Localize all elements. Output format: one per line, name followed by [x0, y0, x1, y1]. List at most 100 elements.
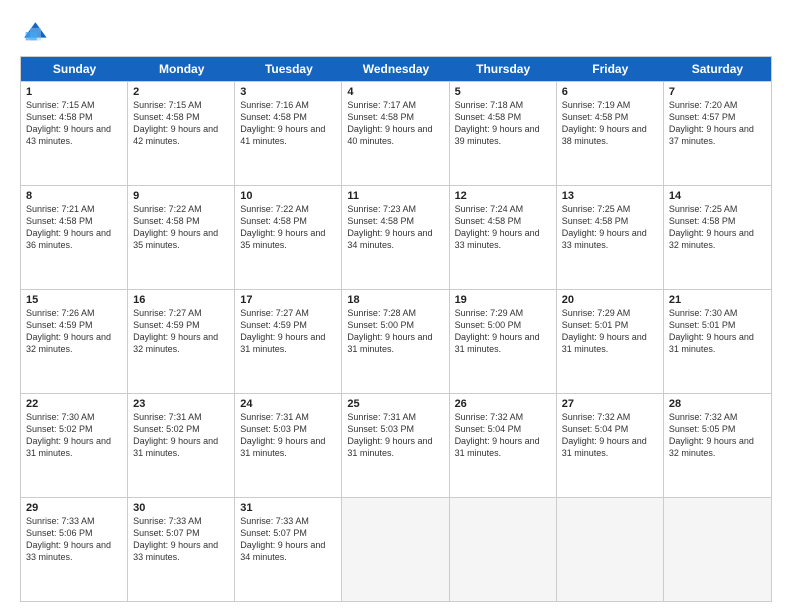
- calendar: SundayMondayTuesdayWednesdayThursdayFrid…: [20, 56, 772, 602]
- page: SundayMondayTuesdayWednesdayThursdayFrid…: [0, 0, 792, 612]
- calendar-cell: [450, 498, 557, 601]
- cell-info: Sunrise: 7:15 AMSunset: 4:58 PMDaylight:…: [26, 99, 122, 148]
- day-number: 24: [240, 398, 336, 410]
- calendar-cell: 24Sunrise: 7:31 AMSunset: 5:03 PMDayligh…: [235, 394, 342, 497]
- calendar-cell: 20Sunrise: 7:29 AMSunset: 5:01 PMDayligh…: [557, 290, 664, 393]
- cell-info: Sunrise: 7:18 AMSunset: 4:58 PMDaylight:…: [455, 99, 551, 148]
- logo-icon: [20, 18, 48, 46]
- calendar-cell: 29Sunrise: 7:33 AMSunset: 5:06 PMDayligh…: [21, 498, 128, 601]
- header-day-friday: Friday: [557, 57, 664, 81]
- day-number: 5: [455, 86, 551, 98]
- calendar-cell: 8Sunrise: 7:21 AMSunset: 4:58 PMDaylight…: [21, 186, 128, 289]
- day-number: 1: [26, 86, 122, 98]
- calendar-cell: 5Sunrise: 7:18 AMSunset: 4:58 PMDaylight…: [450, 82, 557, 185]
- cell-info: Sunrise: 7:32 AMSunset: 5:04 PMDaylight:…: [455, 411, 551, 460]
- day-number: 2: [133, 86, 229, 98]
- cell-info: Sunrise: 7:21 AMSunset: 4:58 PMDaylight:…: [26, 203, 122, 252]
- calendar-row-1: 1Sunrise: 7:15 AMSunset: 4:58 PMDaylight…: [21, 81, 771, 185]
- day-number: 7: [669, 86, 766, 98]
- cell-info: Sunrise: 7:31 AMSunset: 5:03 PMDaylight:…: [240, 411, 336, 460]
- calendar-cell: [664, 498, 771, 601]
- calendar-row-2: 8Sunrise: 7:21 AMSunset: 4:58 PMDaylight…: [21, 185, 771, 289]
- calendar-row-5: 29Sunrise: 7:33 AMSunset: 5:06 PMDayligh…: [21, 497, 771, 601]
- calendar-cell: 6Sunrise: 7:19 AMSunset: 4:58 PMDaylight…: [557, 82, 664, 185]
- cell-info: Sunrise: 7:15 AMSunset: 4:58 PMDaylight:…: [133, 99, 229, 148]
- day-number: 3: [240, 86, 336, 98]
- calendar-cell: 9Sunrise: 7:22 AMSunset: 4:58 PMDaylight…: [128, 186, 235, 289]
- calendar-cell: 4Sunrise: 7:17 AMSunset: 4:58 PMDaylight…: [342, 82, 449, 185]
- cell-info: Sunrise: 7:30 AMSunset: 5:02 PMDaylight:…: [26, 411, 122, 460]
- calendar-header: SundayMondayTuesdayWednesdayThursdayFrid…: [21, 57, 771, 81]
- calendar-cell: 10Sunrise: 7:22 AMSunset: 4:58 PMDayligh…: [235, 186, 342, 289]
- cell-info: Sunrise: 7:31 AMSunset: 5:02 PMDaylight:…: [133, 411, 229, 460]
- day-number: 31: [240, 502, 336, 514]
- cell-info: Sunrise: 7:25 AMSunset: 4:58 PMDaylight:…: [669, 203, 766, 252]
- day-number: 12: [455, 190, 551, 202]
- cell-info: Sunrise: 7:22 AMSunset: 4:58 PMDaylight:…: [133, 203, 229, 252]
- calendar-cell: 25Sunrise: 7:31 AMSunset: 5:03 PMDayligh…: [342, 394, 449, 497]
- cell-info: Sunrise: 7:26 AMSunset: 4:59 PMDaylight:…: [26, 307, 122, 356]
- day-number: 13: [562, 190, 658, 202]
- cell-info: Sunrise: 7:23 AMSunset: 4:58 PMDaylight:…: [347, 203, 443, 252]
- calendar-cell: 30Sunrise: 7:33 AMSunset: 5:07 PMDayligh…: [128, 498, 235, 601]
- calendar-cell: 13Sunrise: 7:25 AMSunset: 4:58 PMDayligh…: [557, 186, 664, 289]
- cell-info: Sunrise: 7:29 AMSunset: 5:00 PMDaylight:…: [455, 307, 551, 356]
- cell-info: Sunrise: 7:33 AMSunset: 5:06 PMDaylight:…: [26, 515, 122, 564]
- cell-info: Sunrise: 7:33 AMSunset: 5:07 PMDaylight:…: [133, 515, 229, 564]
- cell-info: Sunrise: 7:22 AMSunset: 4:58 PMDaylight:…: [240, 203, 336, 252]
- day-number: 8: [26, 190, 122, 202]
- calendar-cell: [342, 498, 449, 601]
- day-number: 14: [669, 190, 766, 202]
- day-number: 22: [26, 398, 122, 410]
- cell-info: Sunrise: 7:24 AMSunset: 4:58 PMDaylight:…: [455, 203, 551, 252]
- cell-info: Sunrise: 7:30 AMSunset: 5:01 PMDaylight:…: [669, 307, 766, 356]
- day-number: 11: [347, 190, 443, 202]
- day-number: 15: [26, 294, 122, 306]
- cell-info: Sunrise: 7:29 AMSunset: 5:01 PMDaylight:…: [562, 307, 658, 356]
- calendar-cell: 14Sunrise: 7:25 AMSunset: 4:58 PMDayligh…: [664, 186, 771, 289]
- calendar-cell: 21Sunrise: 7:30 AMSunset: 5:01 PMDayligh…: [664, 290, 771, 393]
- calendar-body: 1Sunrise: 7:15 AMSunset: 4:58 PMDaylight…: [21, 81, 771, 601]
- calendar-cell: 16Sunrise: 7:27 AMSunset: 4:59 PMDayligh…: [128, 290, 235, 393]
- day-number: 30: [133, 502, 229, 514]
- cell-info: Sunrise: 7:16 AMSunset: 4:58 PMDaylight:…: [240, 99, 336, 148]
- cell-info: Sunrise: 7:31 AMSunset: 5:03 PMDaylight:…: [347, 411, 443, 460]
- day-number: 21: [669, 294, 766, 306]
- header-day-wednesday: Wednesday: [342, 57, 449, 81]
- cell-info: Sunrise: 7:33 AMSunset: 5:07 PMDaylight:…: [240, 515, 336, 564]
- day-number: 27: [562, 398, 658, 410]
- calendar-cell: [557, 498, 664, 601]
- calendar-cell: 18Sunrise: 7:28 AMSunset: 5:00 PMDayligh…: [342, 290, 449, 393]
- cell-info: Sunrise: 7:32 AMSunset: 5:04 PMDaylight:…: [562, 411, 658, 460]
- day-number: 6: [562, 86, 658, 98]
- day-number: 4: [347, 86, 443, 98]
- calendar-cell: 17Sunrise: 7:27 AMSunset: 4:59 PMDayligh…: [235, 290, 342, 393]
- calendar-cell: 11Sunrise: 7:23 AMSunset: 4:58 PMDayligh…: [342, 186, 449, 289]
- calendar-cell: 31Sunrise: 7:33 AMSunset: 5:07 PMDayligh…: [235, 498, 342, 601]
- cell-info: Sunrise: 7:27 AMSunset: 4:59 PMDaylight:…: [133, 307, 229, 356]
- calendar-cell: 28Sunrise: 7:32 AMSunset: 5:05 PMDayligh…: [664, 394, 771, 497]
- calendar-cell: 26Sunrise: 7:32 AMSunset: 5:04 PMDayligh…: [450, 394, 557, 497]
- calendar-cell: 7Sunrise: 7:20 AMSunset: 4:57 PMDaylight…: [664, 82, 771, 185]
- calendar-cell: 23Sunrise: 7:31 AMSunset: 5:02 PMDayligh…: [128, 394, 235, 497]
- calendar-row-4: 22Sunrise: 7:30 AMSunset: 5:02 PMDayligh…: [21, 393, 771, 497]
- day-number: 20: [562, 294, 658, 306]
- cell-info: Sunrise: 7:20 AMSunset: 4:57 PMDaylight:…: [669, 99, 766, 148]
- cell-info: Sunrise: 7:17 AMSunset: 4:58 PMDaylight:…: [347, 99, 443, 148]
- calendar-cell: 3Sunrise: 7:16 AMSunset: 4:58 PMDaylight…: [235, 82, 342, 185]
- header-day-saturday: Saturday: [664, 57, 771, 81]
- header-day-sunday: Sunday: [21, 57, 128, 81]
- calendar-row-3: 15Sunrise: 7:26 AMSunset: 4:59 PMDayligh…: [21, 289, 771, 393]
- calendar-cell: 15Sunrise: 7:26 AMSunset: 4:59 PMDayligh…: [21, 290, 128, 393]
- calendar-cell: 19Sunrise: 7:29 AMSunset: 5:00 PMDayligh…: [450, 290, 557, 393]
- day-number: 26: [455, 398, 551, 410]
- calendar-cell: 27Sunrise: 7:32 AMSunset: 5:04 PMDayligh…: [557, 394, 664, 497]
- day-number: 16: [133, 294, 229, 306]
- day-number: 28: [669, 398, 766, 410]
- day-number: 9: [133, 190, 229, 202]
- day-number: 23: [133, 398, 229, 410]
- day-number: 18: [347, 294, 443, 306]
- header-day-thursday: Thursday: [450, 57, 557, 81]
- cell-info: Sunrise: 7:32 AMSunset: 5:05 PMDaylight:…: [669, 411, 766, 460]
- calendar-cell: 2Sunrise: 7:15 AMSunset: 4:58 PMDaylight…: [128, 82, 235, 185]
